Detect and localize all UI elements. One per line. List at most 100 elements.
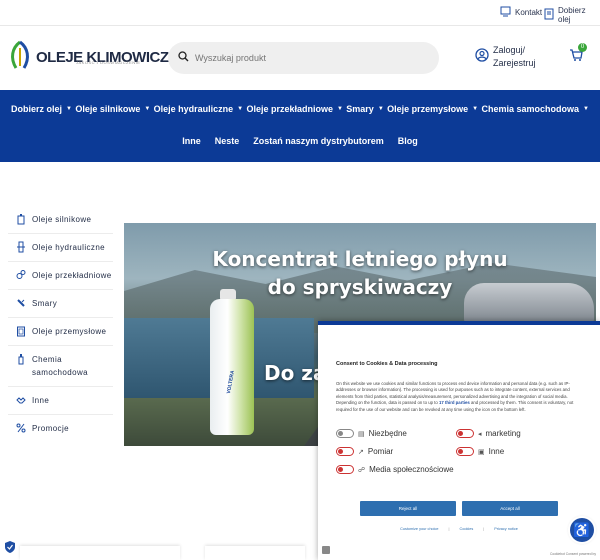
switch[interactable] xyxy=(336,429,354,438)
nav-label: Dobierz olej xyxy=(11,104,63,114)
toggle-social-media[interactable]: ☍ Media społecznościowe xyxy=(336,465,454,474)
hero-title: Koncentrat letniego płynu do spryskiwacz… xyxy=(124,245,596,301)
sidebar-item-car-chemicals[interactable]: Chemia samochodowa xyxy=(8,346,113,387)
user-icon xyxy=(475,48,489,66)
contact-link[interactable]: Kontakt xyxy=(500,6,542,19)
toggle-label: marketing xyxy=(485,429,521,438)
sidebar-item-label: Oleje silnikowe xyxy=(32,215,92,224)
sidebar-item-label: Promocje xyxy=(32,424,69,433)
search-input[interactable] xyxy=(195,53,415,63)
toggle-label: Inne xyxy=(488,447,505,456)
nav-label: Chemia samochodowa xyxy=(481,104,579,114)
login-label: Zaloguj/ xyxy=(493,45,526,55)
customize-link[interactable]: Customize your choice xyxy=(400,527,438,531)
nav-item-industrial-oils[interactable]: Oleje przemysłowe ▼ xyxy=(387,104,478,114)
toggle-label: Niezbędne xyxy=(368,429,407,438)
register-label: Zarejestruj xyxy=(493,58,536,68)
consent-links: Customize your choice | Cookies | Privac… xyxy=(318,527,600,531)
contact-label: Kontakt xyxy=(515,8,543,17)
choose-oil-label: Dobierz olej xyxy=(558,6,586,24)
nav-item-engine-oils[interactable]: Oleje silnikowe ▼ xyxy=(75,104,150,114)
share-icon: ☍ xyxy=(358,466,366,474)
chevron-down-icon: ▼ xyxy=(66,106,72,112)
spray-icon xyxy=(16,353,26,365)
contact-icon xyxy=(500,6,511,19)
accessibility-button[interactable]: ♿ xyxy=(570,518,594,542)
nav-label: Oleje przemysłowe xyxy=(387,104,469,114)
separator: | xyxy=(483,527,485,531)
nav-label: Oleje silnikowe xyxy=(75,104,141,114)
sidebar-item-engine-oils[interactable]: Oleje silnikowe xyxy=(8,206,113,234)
sidebar-item-gear-oils[interactable]: Oleje przekładniowe xyxy=(8,262,113,290)
nav-item-car-chemicals[interactable]: Chemia samochodowa ▼ xyxy=(481,104,588,114)
privacy-shield-icon[interactable] xyxy=(4,540,16,554)
chart-icon: ↗ xyxy=(358,448,364,456)
accessibility-icon: ♿ xyxy=(573,522,591,538)
sidebar-item-label: Chemia samochodowa xyxy=(32,355,88,377)
cart-button[interactable]: 0 xyxy=(569,43,587,67)
grease-icon xyxy=(16,297,26,309)
cookies-link[interactable]: Cookies xyxy=(460,527,474,531)
chevron-down-icon: ▼ xyxy=(377,106,384,112)
sidebar-item-label: Oleje przemysłowe xyxy=(32,327,107,336)
consent-title: Consent to Cookies & Data processing xyxy=(336,361,438,367)
switch[interactable] xyxy=(456,429,474,438)
sidebar-item-label: Smary xyxy=(32,299,58,308)
hydraulic-icon xyxy=(16,241,26,253)
privacy-link[interactable]: Privacy notice xyxy=(494,527,518,531)
search-bar[interactable] xyxy=(168,42,439,74)
toggle-marketing[interactable]: ◂ marketing xyxy=(456,429,521,438)
toggle-label: Media społecznościowe xyxy=(369,465,454,474)
logo-tagline: JAKOŚĆ • DOŚWIADCZENIE xyxy=(76,60,141,65)
hero-title-line1: Koncentrat letniego płynu xyxy=(212,247,508,271)
shield-check-icon: ▤ xyxy=(358,430,365,438)
category-sidebar: Oleje silnikowe Oleje hydrauliczne Oleje… xyxy=(8,206,113,442)
nav-item-neste[interactable]: Neste xyxy=(215,136,240,146)
consent-description: On this website we use cookies and simil… xyxy=(336,381,584,413)
chevron-down-icon: ▼ xyxy=(237,106,244,112)
nav-label: Smary xyxy=(346,104,374,114)
separator: | xyxy=(448,527,450,531)
nav-item-greases[interactable]: Smary ▼ xyxy=(346,104,383,114)
switch[interactable] xyxy=(456,447,474,456)
nav-item-gear-oils[interactable]: Oleje przekładniowe ▼ xyxy=(246,104,342,114)
cookiebot-logo-icon xyxy=(322,546,330,554)
nav-label: Oleje przekładniowe xyxy=(246,104,333,114)
chevron-down-icon: ▼ xyxy=(337,106,343,112)
nav-item-blog[interactable]: Blog xyxy=(398,136,418,146)
accept-all-button[interactable]: Accept all xyxy=(462,501,558,516)
reject-all-button[interactable]: Reject all xyxy=(360,501,456,516)
sidebar-item-label: Inne xyxy=(32,396,50,405)
nav-label: Oleje hydrauliczne xyxy=(153,104,234,114)
hero-title-line2: do spryskiwaczy xyxy=(267,275,453,299)
canister-icon xyxy=(16,325,26,337)
login-link[interactable]: Zaloguj/ Zarejestruj xyxy=(475,44,536,70)
site-header: OLEJE KLIMOWICZ JAKOŚĆ • DOŚWIADCZENIE Z… xyxy=(0,26,600,90)
sidebar-item-industrial-oils[interactable]: Oleje przemysłowe xyxy=(8,318,113,346)
logo[interactable]: OLEJE KLIMOWICZ xyxy=(8,40,169,75)
choose-oil-link[interactable]: Dobierz olej xyxy=(544,6,600,24)
sidebar-item-label: Oleje hydrauliczne xyxy=(32,243,106,252)
chevron-down-icon: ▼ xyxy=(144,106,151,112)
third-parties-link[interactable]: 17 third parties xyxy=(439,400,470,405)
powered-by-label: Cookiebot Consent powered by xyxy=(549,552,596,556)
sidebar-item-greases[interactable]: Smary xyxy=(8,290,113,318)
nav-item-hydraulic-oils[interactable]: Oleje hydrauliczne ▼ xyxy=(154,104,243,114)
toggle-measurement[interactable]: ↗ Pomiar xyxy=(336,447,393,456)
nav-item-choose-oil[interactable]: Dobierz olej ▼ xyxy=(11,104,72,114)
nav-item-become-distributor[interactable]: Zostań naszym dystrybutorem xyxy=(253,136,384,146)
oil-bottle-icon xyxy=(16,213,26,225)
top-bar: Kontakt Dobierz olej xyxy=(0,0,600,26)
sidebar-item-other[interactable]: Inne xyxy=(8,387,113,415)
sidebar-item-promotions[interactable]: Promocje xyxy=(8,415,113,442)
sidebar-item-hydraulic-oils[interactable]: Oleje hydrauliczne xyxy=(8,234,113,262)
toggle-necessary[interactable]: ▤ Niezbędne xyxy=(336,429,407,438)
chevron-down-icon: ▼ xyxy=(583,106,589,112)
nav-item-other[interactable]: Inne xyxy=(182,136,201,146)
toggle-other[interactable]: ▣ Inne xyxy=(456,447,504,456)
switch[interactable] xyxy=(336,465,354,474)
cookie-consent-dialog: Consent to Cookies & Data processing On … xyxy=(318,321,600,560)
handshake-icon xyxy=(16,394,26,406)
chat-icon: ▣ xyxy=(478,448,485,456)
switch[interactable] xyxy=(336,447,354,456)
